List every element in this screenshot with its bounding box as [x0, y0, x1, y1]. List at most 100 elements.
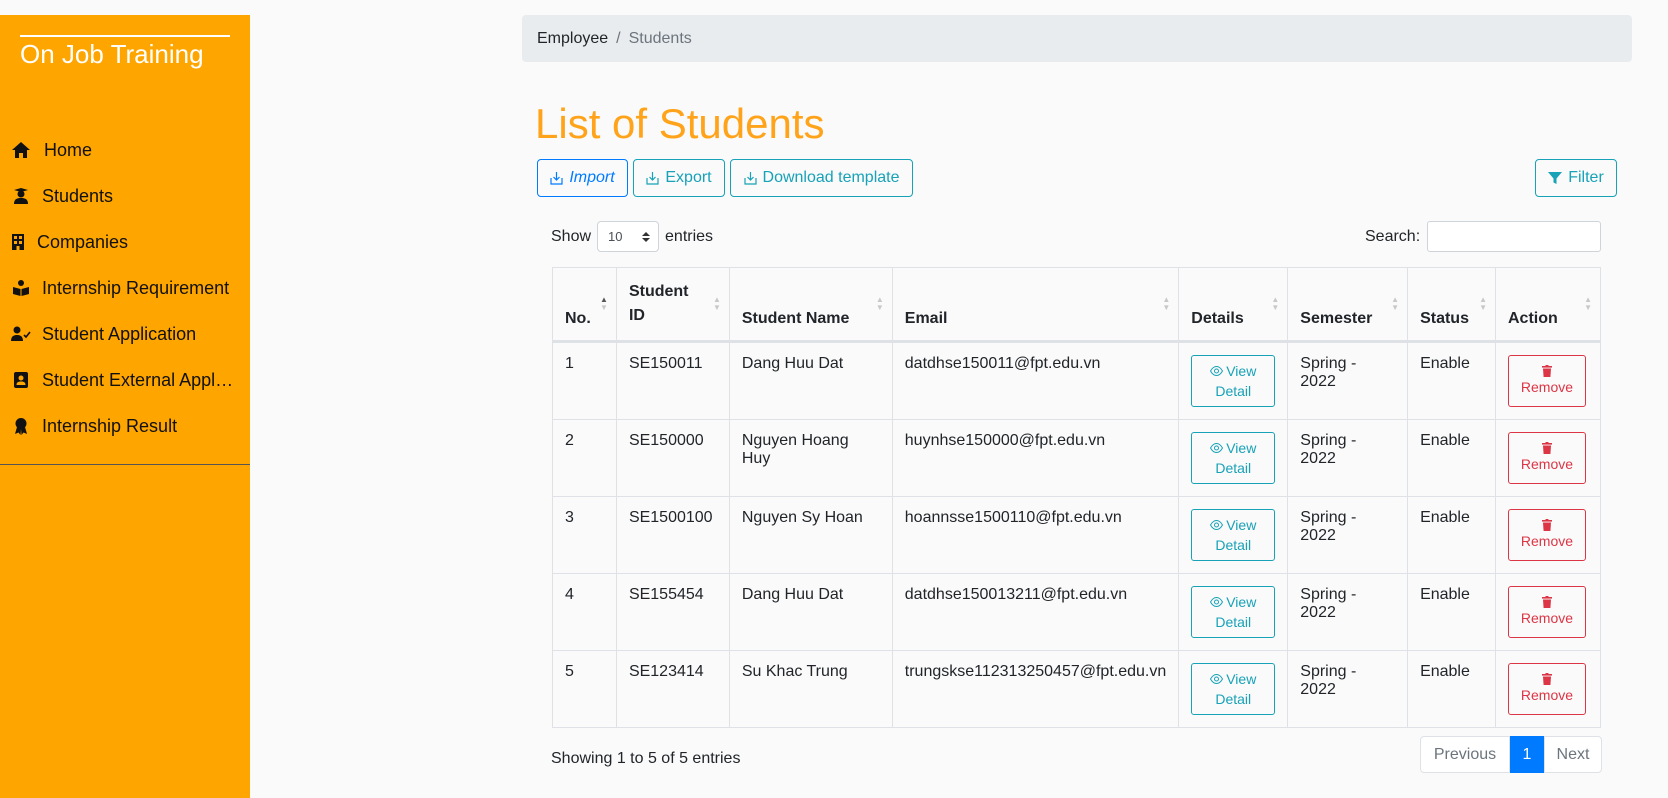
- remove-button[interactable]: Remove: [1507, 586, 1586, 638]
- cell-student-name: Su Khac Trung: [728, 650, 893, 728]
- export-icon: [646, 172, 659, 185]
- detail-label: Detail: [1215, 614, 1252, 630]
- next-page-button[interactable]: Next: [1544, 736, 1602, 773]
- sidebar-divider: [0, 464, 250, 465]
- trash-icon: [1541, 519, 1552, 531]
- entries-select-value: 10: [608, 229, 623, 244]
- filter-icon: [1548, 172, 1563, 184]
- cell-semester: Spring - 2022: [1287, 419, 1409, 497]
- view-detail-line1: View: [1210, 515, 1256, 535]
- cell-student-name: Nguyen Sy Hoan: [728, 496, 893, 574]
- remove-button[interactable]: Remove: [1507, 663, 1586, 715]
- view-label: View: [1226, 440, 1257, 456]
- download-template-label: Download template: [762, 169, 900, 186]
- remove-button[interactable]: Remove: [1507, 509, 1586, 561]
- view-detail-button[interactable]: View Detail: [1191, 586, 1276, 638]
- sidebar-item-label: Internship Requirement: [42, 277, 230, 298]
- view-detail-button[interactable]: View Detail: [1191, 509, 1276, 561]
- detail-label: Detail: [1215, 537, 1252, 553]
- breadcrumb: Employee / Students: [522, 15, 1632, 62]
- table-info: Showing 1 to 5 of 5 entries: [551, 750, 741, 767]
- cell-student-id: SE150011: [615, 341, 730, 420]
- breadcrumb-employee[interactable]: Employee: [537, 30, 608, 48]
- sidebar-item-home[interactable]: Home: [0, 127, 250, 173]
- sidebar-item-label: Internship Result: [42, 415, 178, 436]
- sidebar-item-internship-result[interactable]: Internship Result: [0, 403, 250, 449]
- show-label: Show: [551, 227, 592, 245]
- remove-label: Remove: [1520, 533, 1574, 549]
- eye-icon: [1210, 597, 1224, 607]
- column-header-label: Action: [1507, 310, 1558, 327]
- entries-length-control: Show 10 entries: [551, 221, 713, 252]
- page-1-button[interactable]: 1: [1510, 736, 1544, 773]
- cell-details: View Detail: [1178, 496, 1289, 574]
- cell-details: View Detail: [1178, 341, 1289, 420]
- user-check-icon: [10, 323, 32, 345]
- remove-button[interactable]: Remove: [1507, 355, 1586, 407]
- export-label: Export: [665, 169, 712, 186]
- sidebar-item-label: Companies: [37, 231, 129, 252]
- column-header-label: No.: [565, 310, 591, 327]
- column-header-no[interactable]: No. ▲ ▼: [552, 267, 617, 342]
- column-header-semester[interactable]: Semester ▲ ▼: [1287, 267, 1409, 342]
- download-template-button[interactable]: Download template: [730, 159, 913, 197]
- sort-icon: ▲ ▼: [1479, 295, 1487, 312]
- sidebar-item-students[interactable]: Students: [0, 173, 250, 219]
- cell-student-id: SE123414: [615, 650, 730, 728]
- entries-label: entries: [665, 227, 714, 245]
- column-header-details[interactable]: Details ▲ ▼: [1178, 267, 1289, 342]
- pagination: Previous 1 Next: [1420, 736, 1602, 773]
- column-header-student-name[interactable]: Student Name ▲ ▼: [728, 267, 893, 342]
- students-table: No. ▲ ▼ Student ID ▲ ▼ Student Name ▲ ▼ Email ▲…: [552, 267, 1602, 728]
- import-label: Import: [569, 169, 615, 186]
- cell-no: 1: [552, 341, 617, 420]
- view-detail-button[interactable]: View Detail: [1191, 355, 1276, 407]
- table-row: 1 SE150011 Dang Huu Dat datdhse150011@fp…: [552, 341, 1602, 420]
- column-header-label: Email: [904, 310, 948, 327]
- cell-email: datdhse150013211@fpt.edu.vn: [891, 573, 1180, 651]
- view-detail-button[interactable]: View Detail: [1191, 432, 1276, 484]
- sort-icon: ▲ ▼: [1584, 295, 1592, 312]
- eye-icon: [1210, 443, 1224, 453]
- cell-student-id: SE1500100: [615, 496, 730, 574]
- column-header-action[interactable]: Action ▲ ▼: [1494, 267, 1602, 342]
- sidebar-item-label: Home: [44, 139, 93, 160]
- remove-label: Remove: [1520, 610, 1574, 626]
- sidebar-item-student-application[interactable]: Student Application: [0, 311, 250, 357]
- cell-status: Enable: [1407, 573, 1496, 651]
- column-header-student-id[interactable]: Student ID ▲ ▼: [615, 267, 730, 342]
- sidebar-item-internship-requirement[interactable]: Internship Requirement: [0, 265, 250, 311]
- cell-status: Enable: [1407, 419, 1496, 497]
- search-input[interactable]: [1427, 221, 1602, 252]
- cell-action: Remove: [1494, 496, 1602, 574]
- filter-button[interactable]: Filter: [1535, 159, 1617, 197]
- column-header-email[interactable]: Email ▲ ▼: [891, 267, 1180, 342]
- remove-label: Remove: [1520, 379, 1574, 395]
- view-detail-button[interactable]: View Detail: [1191, 663, 1276, 715]
- cell-details: View Detail: [1178, 573, 1289, 651]
- view-label: View: [1226, 363, 1257, 379]
- sidebar-item-student-external-application[interactable]: Student External Application: [0, 357, 250, 403]
- sort-arrows-icon: [642, 231, 651, 242]
- entries-select[interactable]: 10: [597, 221, 660, 252]
- cell-action: Remove: [1494, 650, 1602, 728]
- export-button[interactable]: Export: [633, 159, 725, 197]
- book-reader-icon: [10, 277, 32, 299]
- sidebar: On Job Training Home Students Companies …: [0, 15, 250, 798]
- cell-student-name: Nguyen Hoang Huy: [728, 419, 893, 497]
- import-button[interactable]: Import: [537, 159, 628, 197]
- cell-semester: Spring - 2022: [1287, 496, 1409, 574]
- previous-page-button[interactable]: Previous: [1420, 736, 1510, 773]
- remove-button[interactable]: Remove: [1507, 432, 1586, 484]
- cell-no: 2: [552, 419, 617, 497]
- cell-semester: Spring - 2022: [1287, 341, 1409, 420]
- table-header-row: No. ▲ ▼ Student ID ▲ ▼ Student Name ▲ ▼ Email ▲…: [552, 267, 1602, 342]
- sidebar-item-companies[interactable]: Companies: [0, 219, 250, 265]
- column-header-status[interactable]: Status ▲ ▼: [1407, 267, 1496, 342]
- eye-icon: [1210, 366, 1224, 376]
- cell-no: 3: [552, 496, 617, 574]
- brand[interactable]: On Job Training: [20, 35, 230, 70]
- cell-status: Enable: [1407, 496, 1496, 574]
- remove-label: Remove: [1520, 456, 1574, 472]
- detail-label: Detail: [1215, 383, 1252, 399]
